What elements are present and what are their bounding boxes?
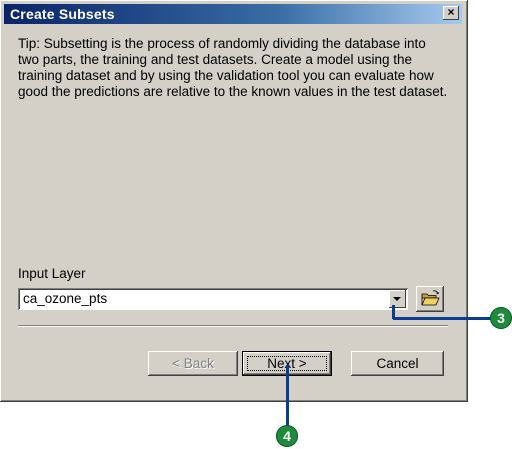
- callout-3-badge: 3: [490, 307, 512, 329]
- back-button[interactable]: < Back: [148, 351, 238, 376]
- open-layer-button[interactable]: [416, 286, 444, 312]
- input-layer-label: Input Layer: [18, 266, 86, 281]
- callout-3-line: [393, 317, 493, 320]
- callout-3-tick: [392, 305, 395, 319]
- close-button[interactable]: ×: [443, 6, 459, 20]
- window-title: Create Subsets: [10, 6, 115, 22]
- separator: [18, 325, 448, 327]
- callout-4-line: [286, 365, 289, 427]
- input-layer-dropdown[interactable]: ca_ozone_pts: [18, 288, 408, 310]
- cancel-button[interactable]: Cancel: [351, 351, 444, 376]
- callout-4-badge: 4: [276, 425, 298, 447]
- title-bar: Create Subsets ×: [4, 4, 462, 24]
- create-subsets-dialog: Create Subsets × Tip: Subsetting is the …: [0, 0, 468, 402]
- input-layer-value: ca_ozone_pts: [23, 291, 108, 306]
- open-folder-icon: [421, 290, 440, 306]
- tip-text: Tip: Subsetting is the process of random…: [18, 36, 448, 99]
